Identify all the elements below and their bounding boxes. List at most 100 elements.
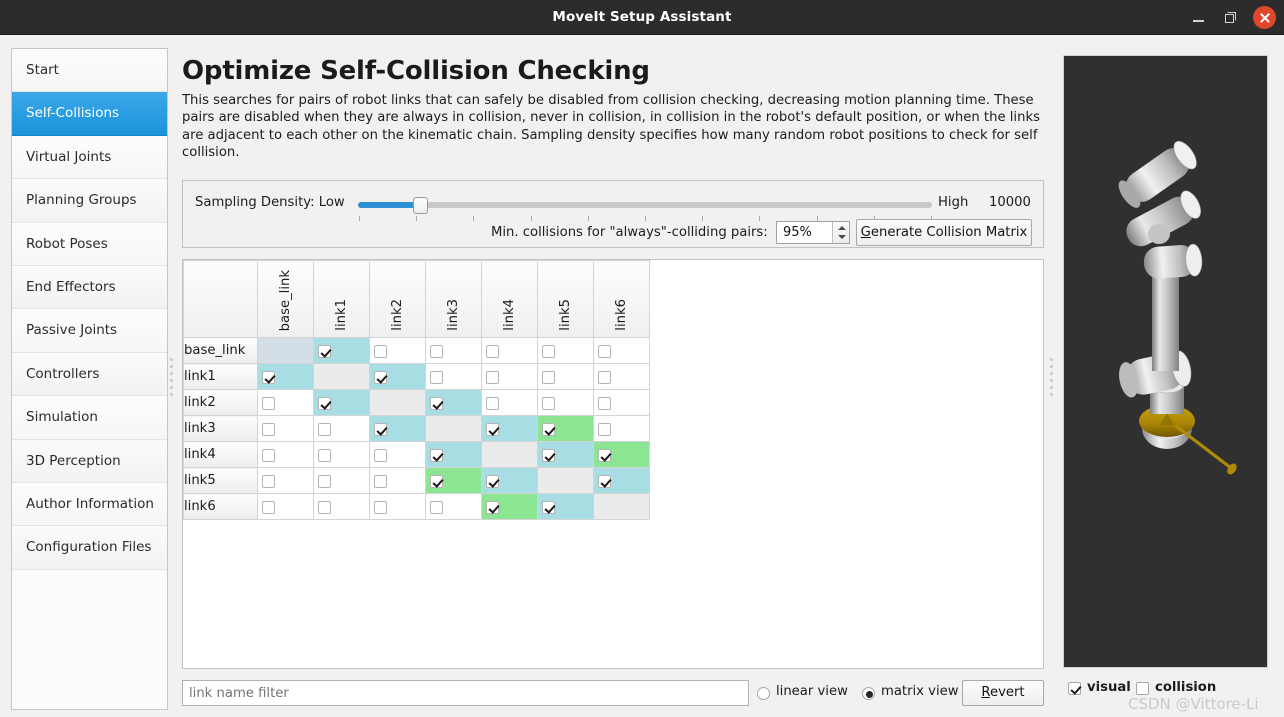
generate-collision-matrix-button[interactable]: Generate Collision Matrix <box>856 219 1032 246</box>
matrix-cell-checkbox[interactable] <box>318 449 331 462</box>
sidebar-item-virtual-joints[interactable]: Virtual Joints <box>12 135 167 180</box>
matrix-cell[interactable] <box>257 493 314 520</box>
matrix-cell[interactable] <box>369 467 426 494</box>
matrix-cell-checkbox[interactable] <box>374 371 387 384</box>
matrix-cell[interactable] <box>257 389 314 416</box>
matrix-row-header-link4[interactable]: link4 <box>183 441 258 468</box>
matrix-cell[interactable] <box>425 493 482 520</box>
matrix-cell-checkbox[interactable] <box>374 449 387 462</box>
matrix-cell[interactable] <box>593 493 650 520</box>
matrix-cell-checkbox[interactable] <box>318 501 331 514</box>
matrix-cell-checkbox[interactable] <box>430 397 443 410</box>
matrix-column-header-link6[interactable]: link6 <box>593 260 650 338</box>
matrix-cell-checkbox[interactable] <box>486 397 499 410</box>
matrix-cell[interactable] <box>481 493 538 520</box>
matrix-cell[interactable] <box>257 415 314 442</box>
matrix-cell[interactable] <box>257 363 314 390</box>
matrix-cell[interactable] <box>313 363 370 390</box>
matrix-cell[interactable] <box>369 363 426 390</box>
sampling-density-slider[interactable] <box>358 195 932 223</box>
matrix-cell-checkbox[interactable] <box>262 449 275 462</box>
matrix-cell[interactable] <box>313 441 370 468</box>
matrix-cell-checkbox[interactable] <box>542 345 555 358</box>
matrix-row-header-link5[interactable]: link5 <box>183 467 258 494</box>
sidebar-item-configuration-files[interactable]: Configuration Files <box>12 526 167 570</box>
matrix-cell[interactable] <box>593 363 650 390</box>
matrix-cell-checkbox[interactable] <box>262 501 275 514</box>
matrix-cell-checkbox[interactable] <box>486 423 499 436</box>
matrix-cell-checkbox[interactable] <box>430 449 443 462</box>
matrix-cell-checkbox[interactable] <box>542 371 555 384</box>
matrix-cell[interactable] <box>369 441 426 468</box>
link-name-filter-input[interactable] <box>182 680 749 706</box>
matrix-cell[interactable] <box>537 467 594 494</box>
matrix-cell[interactable] <box>481 389 538 416</box>
matrix-cell[interactable] <box>313 415 370 442</box>
collision-checkbox-box[interactable] <box>1136 682 1149 695</box>
matrix-column-header-link3[interactable]: link3 <box>425 260 482 338</box>
matrix-cell[interactable] <box>369 389 426 416</box>
matrix-cell[interactable] <box>257 337 314 364</box>
matrix-cell[interactable] <box>369 337 426 364</box>
matrix-cell-checkbox[interactable] <box>598 423 611 436</box>
matrix-cell[interactable] <box>313 337 370 364</box>
matrix-cell-checkbox[interactable] <box>318 475 331 488</box>
minimize-icon[interactable] <box>1190 9 1208 27</box>
matrix-cell-checkbox[interactable] <box>542 501 555 514</box>
maximize-icon[interactable] <box>1222 9 1240 27</box>
matrix-cell[interactable] <box>257 467 314 494</box>
sidebar-item-start[interactable]: Start <box>12 49 167 93</box>
sidebar-item-end-effectors[interactable]: End Effectors <box>12 265 167 310</box>
matrix-cell-checkbox[interactable] <box>262 371 275 384</box>
matrix-column-header-base_link[interactable]: base_link <box>257 260 314 338</box>
matrix-cell[interactable] <box>537 337 594 364</box>
matrix-cell[interactable] <box>537 389 594 416</box>
close-icon[interactable] <box>1253 6 1276 29</box>
sidebar-item-passive-joints[interactable]: Passive Joints <box>12 309 167 353</box>
matrix-cell-checkbox[interactable] <box>374 423 387 436</box>
matrix-cell[interactable] <box>313 493 370 520</box>
spinner-arrows[interactable] <box>832 222 849 243</box>
matrix-cell[interactable] <box>313 467 370 494</box>
collision-matrix-panel[interactable]: base_link link1 link2 link3 link4 link5 link6 … <box>182 259 1044 669</box>
left-splitter-handle[interactable] <box>170 358 176 402</box>
matrix-cell-checkbox[interactable] <box>374 345 387 358</box>
min-collisions-spinbox[interactable]: 95% <box>776 221 850 244</box>
matrix-cell[interactable] <box>537 415 594 442</box>
matrix-cell-checkbox[interactable] <box>542 449 555 462</box>
matrix-cell[interactable] <box>313 389 370 416</box>
matrix-cell-checkbox[interactable] <box>262 397 275 410</box>
matrix-cell-checkbox[interactable] <box>430 345 443 358</box>
matrix-cell-checkbox[interactable] <box>430 371 443 384</box>
sidebar-item-controllers[interactable]: Controllers <box>12 352 167 397</box>
revert-button[interactable]: Revert <box>962 680 1044 706</box>
matrix-cell-checkbox[interactable] <box>486 345 499 358</box>
matrix-cell[interactable] <box>481 441 538 468</box>
matrix-cell[interactable] <box>257 441 314 468</box>
matrix-cell-checkbox[interactable] <box>318 345 331 358</box>
sidebar-item-simulation[interactable]: Simulation <box>12 396 167 440</box>
matrix-cell[interactable] <box>369 493 426 520</box>
matrix-cell-checkbox[interactable] <box>374 501 387 514</box>
matrix-cell-checkbox[interactable] <box>598 345 611 358</box>
matrix-cell-checkbox[interactable] <box>430 501 443 514</box>
visual-checkbox-box[interactable] <box>1068 682 1081 695</box>
matrix-cell[interactable] <box>425 441 482 468</box>
matrix-cell-checkbox[interactable] <box>486 475 499 488</box>
matrix-cell-checkbox[interactable] <box>486 371 499 384</box>
matrix-cell-checkbox[interactable] <box>486 501 499 514</box>
matrix-cell-checkbox[interactable] <box>598 475 611 488</box>
sidebar-item-self-collisions[interactable]: Self-Collisions <box>12 92 167 136</box>
sidebar-item-3d-perception[interactable]: 3D Perception <box>12 439 167 483</box>
radio-matrix-dot[interactable] <box>862 687 875 700</box>
slider-handle[interactable] <box>413 197 428 214</box>
matrix-cell-checkbox[interactable] <box>262 475 275 488</box>
matrix-cell[interactable] <box>537 493 594 520</box>
matrix-cell[interactable] <box>593 337 650 364</box>
matrix-cell[interactable] <box>369 415 426 442</box>
matrix-cell-checkbox[interactable] <box>542 397 555 410</box>
right-splitter-handle[interactable] <box>1050 358 1056 402</box>
matrix-cell-checkbox[interactable] <box>374 475 387 488</box>
matrix-column-header-link2[interactable]: link2 <box>369 260 426 338</box>
matrix-cell[interactable] <box>481 337 538 364</box>
